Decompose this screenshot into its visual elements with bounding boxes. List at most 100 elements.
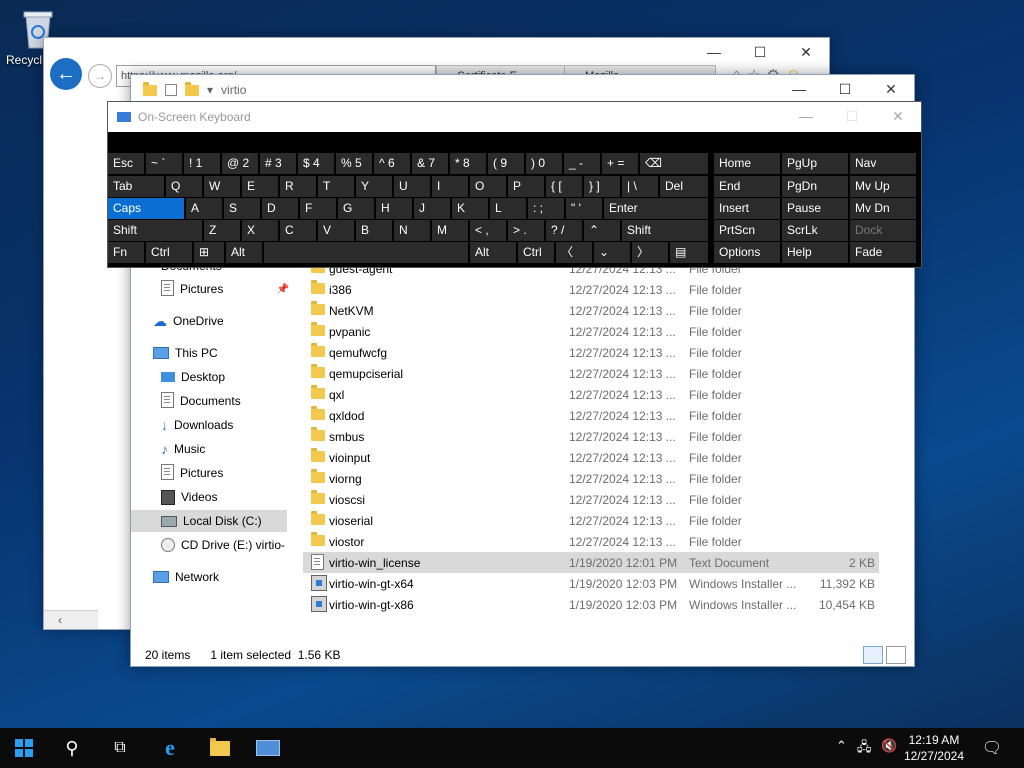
key-h[interactable]: H: [376, 198, 412, 219]
key-k2[interactable]: @ 2: [222, 153, 258, 174]
key-k7[interactable]: & 7: [412, 153, 448, 174]
key-lctrl[interactable]: Ctrl: [146, 242, 192, 263]
key-a[interactable]: A: [186, 198, 222, 219]
key-pgup[interactable]: PgUp: [782, 153, 848, 174]
key-nav[interactable]: Nav: [850, 153, 916, 174]
key-plus[interactable]: + =: [602, 153, 638, 174]
details-view-icon[interactable]: [863, 646, 883, 664]
key-k5[interactable]: % 5: [336, 153, 372, 174]
key-z[interactable]: Z: [204, 220, 240, 241]
nav-music[interactable]: ♪ Music: [161, 438, 205, 460]
key-o[interactable]: O: [470, 176, 506, 197]
key-up[interactable]: ⌃: [584, 220, 620, 241]
key-k8[interactable]: * 8: [450, 153, 486, 174]
key-y[interactable]: Y: [356, 176, 392, 197]
key-help[interactable]: Help: [782, 242, 848, 263]
key-fade[interactable]: Fade: [850, 242, 916, 263]
minimize-icon[interactable]: —: [783, 102, 829, 130]
key-pipe[interactable]: | \: [622, 176, 658, 197]
key-insert[interactable]: Insert: [714, 198, 780, 219]
key-end[interactable]: End: [714, 176, 780, 197]
file-row[interactable]: viostor 12/27/2024 12:13 ... File folder: [303, 531, 879, 552]
search-button[interactable]: ⚲: [48, 728, 96, 768]
key-mvup[interactable]: Mv Up: [850, 176, 916, 197]
key-esc[interactable]: Esc: [108, 153, 144, 174]
key-x[interactable]: X: [242, 220, 278, 241]
close-icon[interactable]: ✕: [783, 38, 829, 66]
nav-pictures-pc[interactable]: Pictures: [161, 462, 223, 484]
key-d[interactable]: D: [262, 198, 298, 219]
key-u[interactable]: U: [394, 176, 430, 197]
key-ralt[interactable]: Alt: [470, 242, 516, 263]
file-row[interactable]: qxldod 12/27/2024 12:13 ... File folder: [303, 405, 879, 426]
key-rctrl[interactable]: Ctrl: [518, 242, 554, 263]
horizontal-scroll-left[interactable]: ‹: [44, 610, 98, 629]
file-row[interactable]: pvpanic 12/27/2024 12:13 ... File folder: [303, 321, 879, 342]
close-icon[interactable]: ✕: [875, 102, 921, 130]
key-menu[interactable]: ▤: [670, 242, 708, 263]
key-minus[interactable]: _ -: [564, 153, 600, 174]
nav-local-disk[interactable]: Local Disk (C:): [131, 510, 287, 532]
file-row[interactable]: viorng 12/27/2024 12:13 ... File folder: [303, 468, 879, 489]
key-b[interactable]: B: [356, 220, 392, 241]
key-home[interactable]: Home: [714, 153, 780, 174]
key-scrlk[interactable]: ScrLk: [782, 220, 848, 241]
file-row[interactable]: smbus 12/27/2024 12:13 ... File folder: [303, 426, 879, 447]
key-k9[interactable]: ( 9: [488, 153, 524, 174]
key-tab[interactable]: Tab: [108, 176, 164, 197]
key-r[interactable]: R: [280, 176, 316, 197]
volume-muted-icon[interactable]: 🔇: [881, 738, 897, 760]
key-e[interactable]: E: [242, 176, 278, 197]
ie-taskbar-button[interactable]: e: [146, 728, 194, 768]
large-icons-view-icon[interactable]: [886, 646, 906, 664]
back-button[interactable]: ←: [50, 58, 82, 90]
key-bksp[interactable]: ⌫: [640, 153, 708, 174]
key-w[interactable]: W: [204, 176, 240, 197]
key-options[interactable]: Options: [714, 242, 780, 263]
maximize-icon[interactable]: ☐: [822, 75, 868, 103]
key-m[interactable]: M: [432, 220, 468, 241]
on-screen-keyboard[interactable]: On-Screen Keyboard — ☐ ✕ Esc ~ `! 1 @ 2 # 3…: [107, 101, 922, 268]
nav-downloads[interactable]: ↓ Downloads: [161, 414, 233, 436]
key-rbr[interactable]: } ]: [584, 176, 620, 197]
key-tilde[interactable]: ~ `: [146, 153, 182, 174]
nav-pictures-quick[interactable]: Pictures 📌: [161, 278, 289, 300]
osk-taskbar-button[interactable]: [244, 728, 292, 768]
key-k4[interactable]: $ 4: [298, 153, 334, 174]
file-row[interactable]: NetKVM 12/27/2024 12:13 ... File folder: [303, 300, 879, 321]
key-p[interactable]: P: [508, 176, 544, 197]
file-row[interactable]: vioserial 12/27/2024 12:13 ... File folder: [303, 510, 879, 531]
key-fn[interactable]: Fn: [108, 242, 144, 263]
key-pause[interactable]: Pause: [782, 198, 848, 219]
key-g[interactable]: G: [338, 198, 374, 219]
key-lshift[interactable]: Shift: [108, 220, 202, 241]
start-button[interactable]: [0, 728, 48, 768]
action-center-button[interactable]: 🗨: [968, 728, 1016, 768]
key-del[interactable]: Del: [660, 176, 708, 197]
close-icon[interactable]: ✕: [868, 75, 914, 103]
key-left[interactable]: 〈: [556, 242, 592, 263]
explorer-taskbar-button[interactable]: [196, 728, 244, 768]
key-enter[interactable]: Enter: [604, 198, 708, 219]
key-space[interactable]: [264, 242, 468, 263]
file-row[interactable]: qxl 12/27/2024 12:13 ... File folder: [303, 384, 879, 405]
key-k1[interactable]: ! 1: [184, 153, 220, 174]
key-l[interactable]: L: [490, 198, 526, 219]
file-row[interactable]: vioinput 12/27/2024 12:13 ... File folder: [303, 447, 879, 468]
file-row[interactable]: i386 12/27/2024 12:13 ... File folder: [303, 279, 879, 300]
nav-documents-pc[interactable]: Documents: [161, 390, 241, 412]
key-v[interactable]: V: [318, 220, 354, 241]
minimize-icon[interactable]: —: [691, 38, 737, 66]
network-disconnected-icon[interactable]: 🖧: [857, 738, 872, 760]
maximize-icon[interactable]: ☐: [737, 38, 783, 66]
nav-desktop[interactable]: Desktop: [161, 366, 225, 388]
chevron-up-icon[interactable]: ⌃: [836, 738, 847, 760]
key-f[interactable]: F: [300, 198, 336, 219]
key-q[interactable]: Q: [166, 176, 202, 197]
key-period[interactable]: > .: [508, 220, 544, 241]
key-pgdn[interactable]: PgDn: [782, 176, 848, 197]
nav-onedrive[interactable]: ☁ OneDrive: [153, 310, 224, 332]
key-k3[interactable]: # 3: [260, 153, 296, 174]
minimize-icon[interactable]: —: [776, 75, 822, 103]
clock[interactable]: 12:19 AM 12/27/2024: [904, 732, 964, 764]
